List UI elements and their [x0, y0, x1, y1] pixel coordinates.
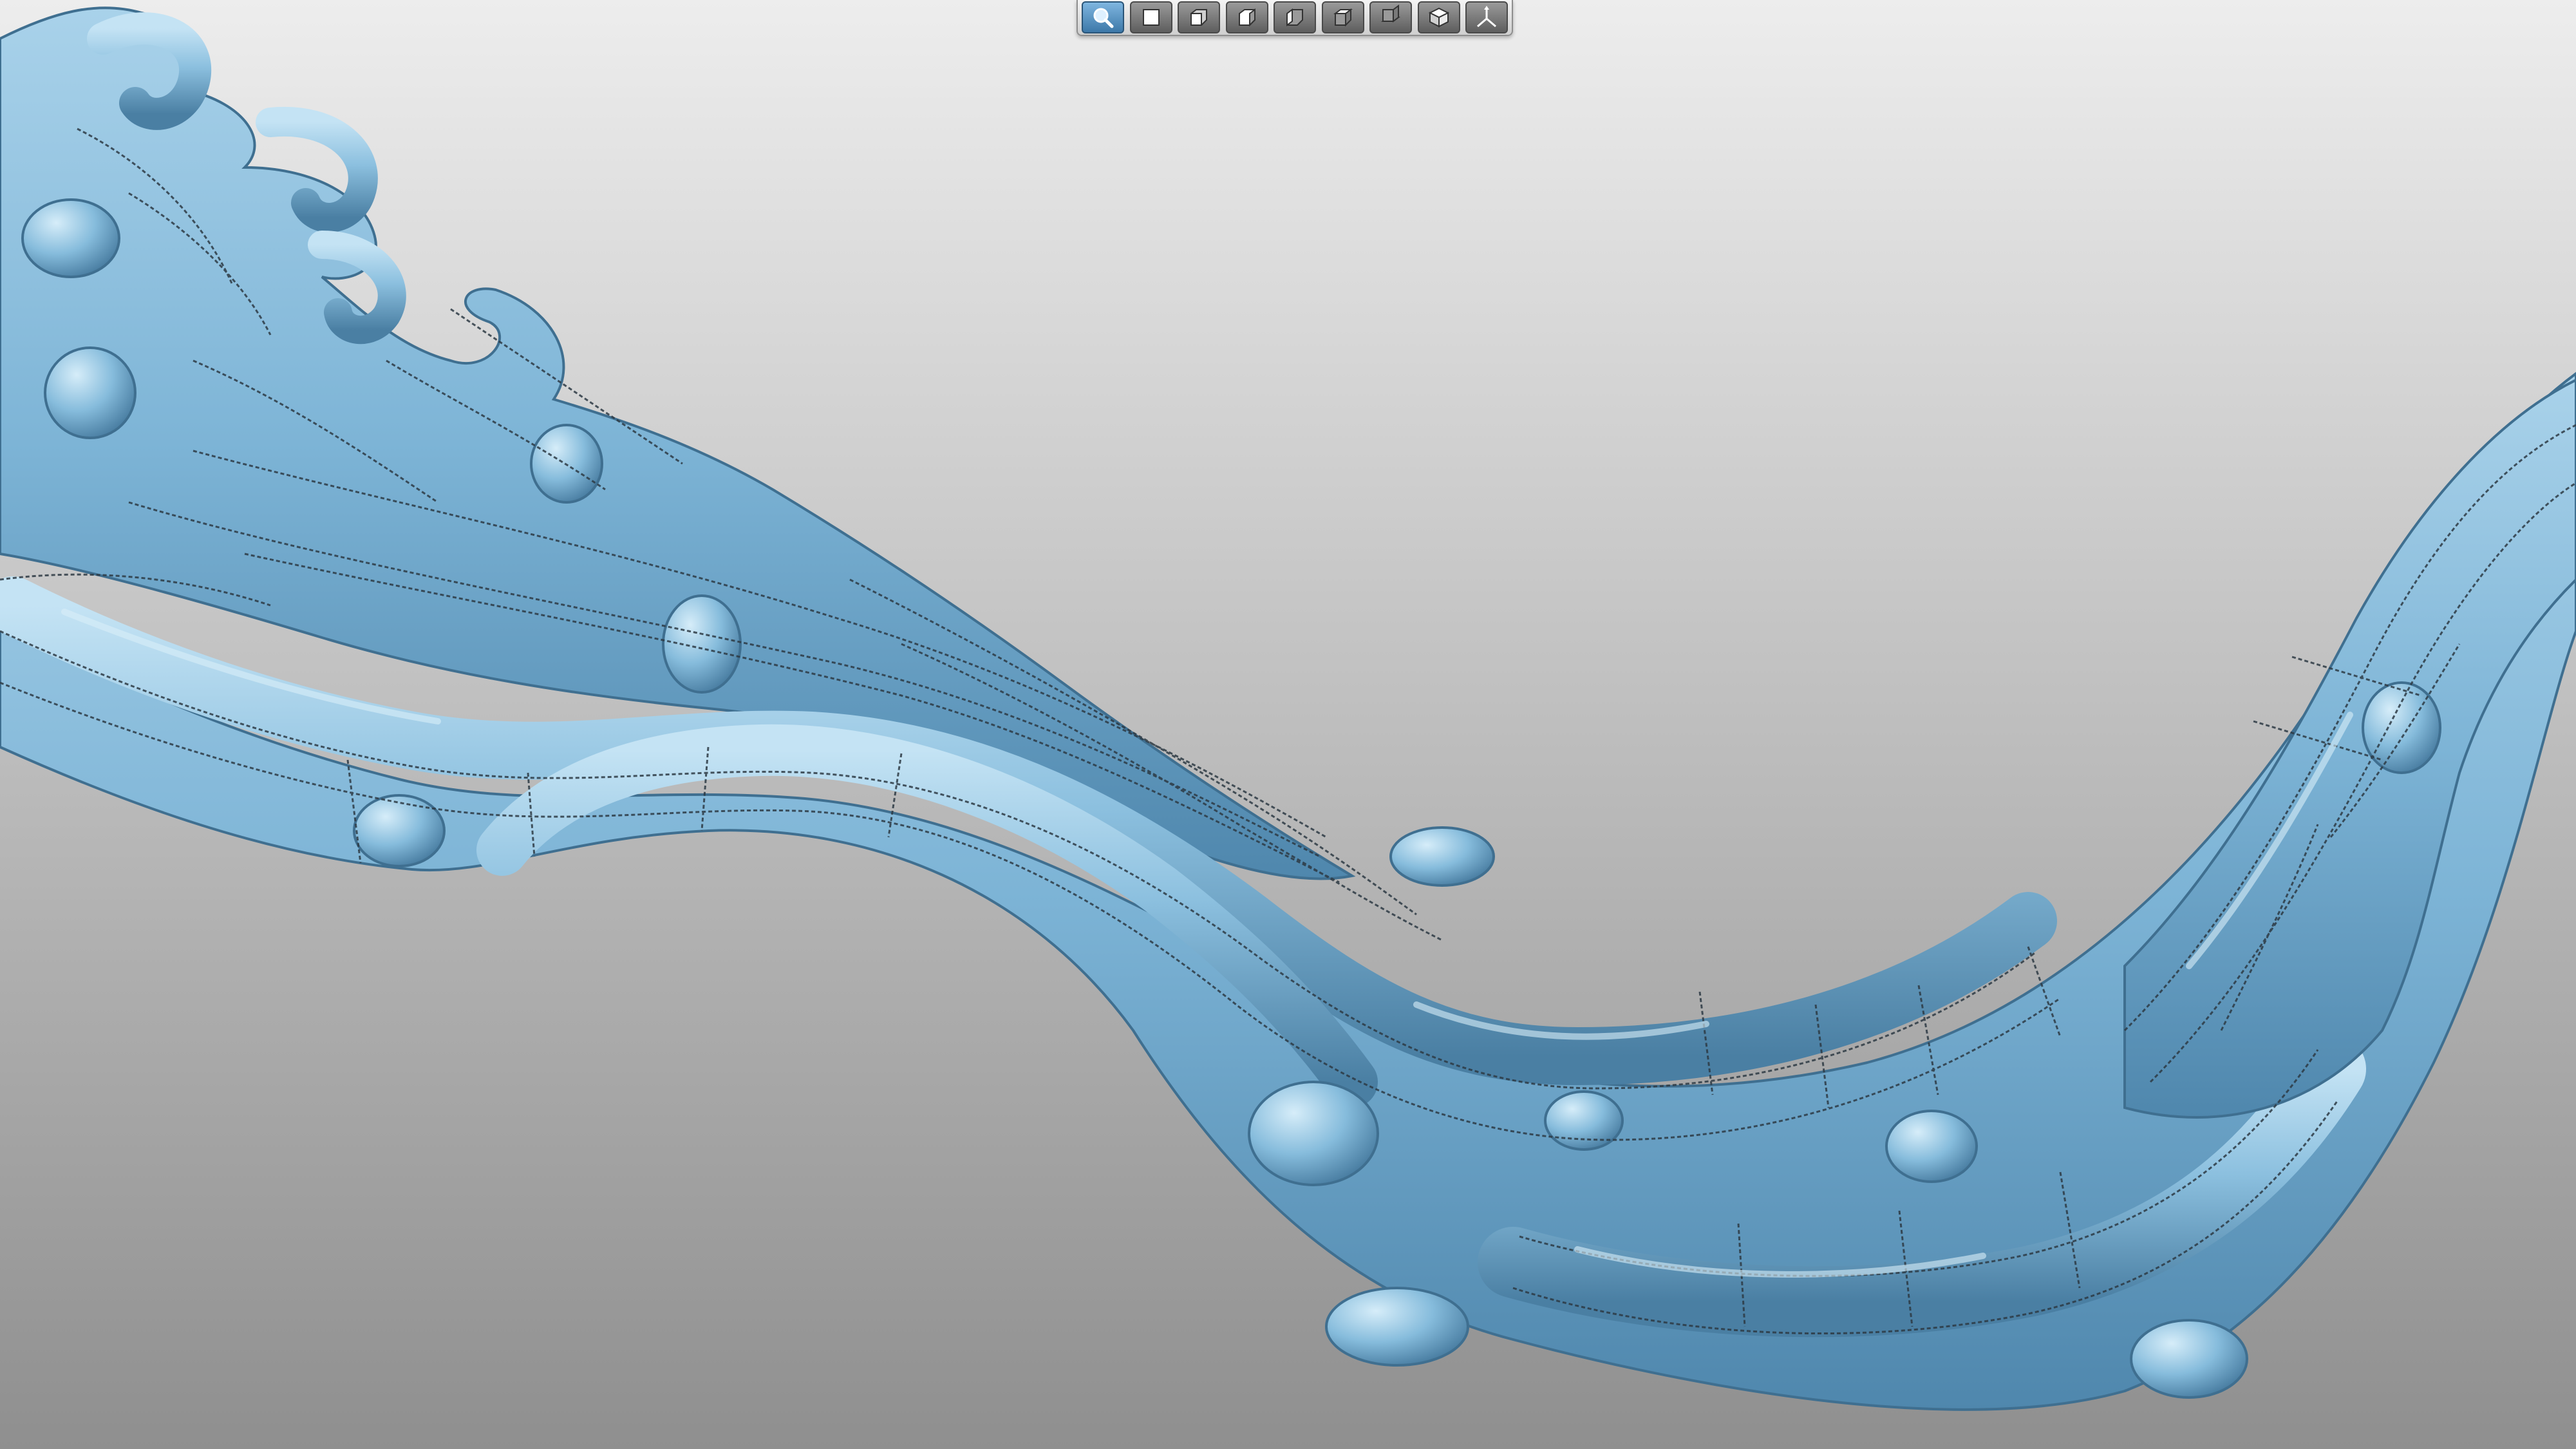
ornament-knob [1325, 1287, 1469, 1367]
ornament-knob [353, 794, 446, 867]
view-left-icon [1234, 5, 1260, 30]
view-top-icon [1330, 5, 1356, 30]
ornament-knob [1885, 1110, 1978, 1183]
zoom-fit-icon [1090, 5, 1116, 30]
view-isometric-button[interactable] [1417, 1, 1460, 33]
3d-viewport[interactable] [0, 0, 2576, 1449]
ornament-knob [2130, 1319, 2248, 1399]
zoom-fit-button[interactable] [1082, 1, 1124, 33]
view-isometric-icon [1426, 5, 1452, 30]
view-top-button[interactable] [1321, 1, 1364, 33]
axis-triad-icon [1474, 5, 1500, 30]
view-toolbar [1076, 0, 1513, 36]
ornament-knob [1389, 826, 1495, 887]
view-left-button[interactable] [1225, 1, 1268, 33]
ornament-knob [2362, 681, 2441, 774]
ornament-knob [21, 198, 120, 278]
ornament-knob [1544, 1090, 1624, 1151]
view-front-icon [1138, 5, 1164, 30]
view-right-icon [1282, 5, 1308, 30]
axis-triad-button[interactable] [1465, 1, 1508, 33]
view-back-icon [1186, 5, 1212, 30]
model-scene[interactable] [0, 0, 2576, 1449]
view-bottom-icon [1378, 5, 1404, 30]
view-back-button[interactable] [1178, 1, 1220, 33]
ornament-knob [44, 346, 136, 439]
ornament-knob [662, 594, 742, 694]
ornament-knob [1248, 1081, 1379, 1186]
view-bottom-button[interactable] [1369, 1, 1412, 33]
view-front-button[interactable] [1129, 1, 1172, 33]
view-right-button[interactable] [1274, 1, 1316, 33]
